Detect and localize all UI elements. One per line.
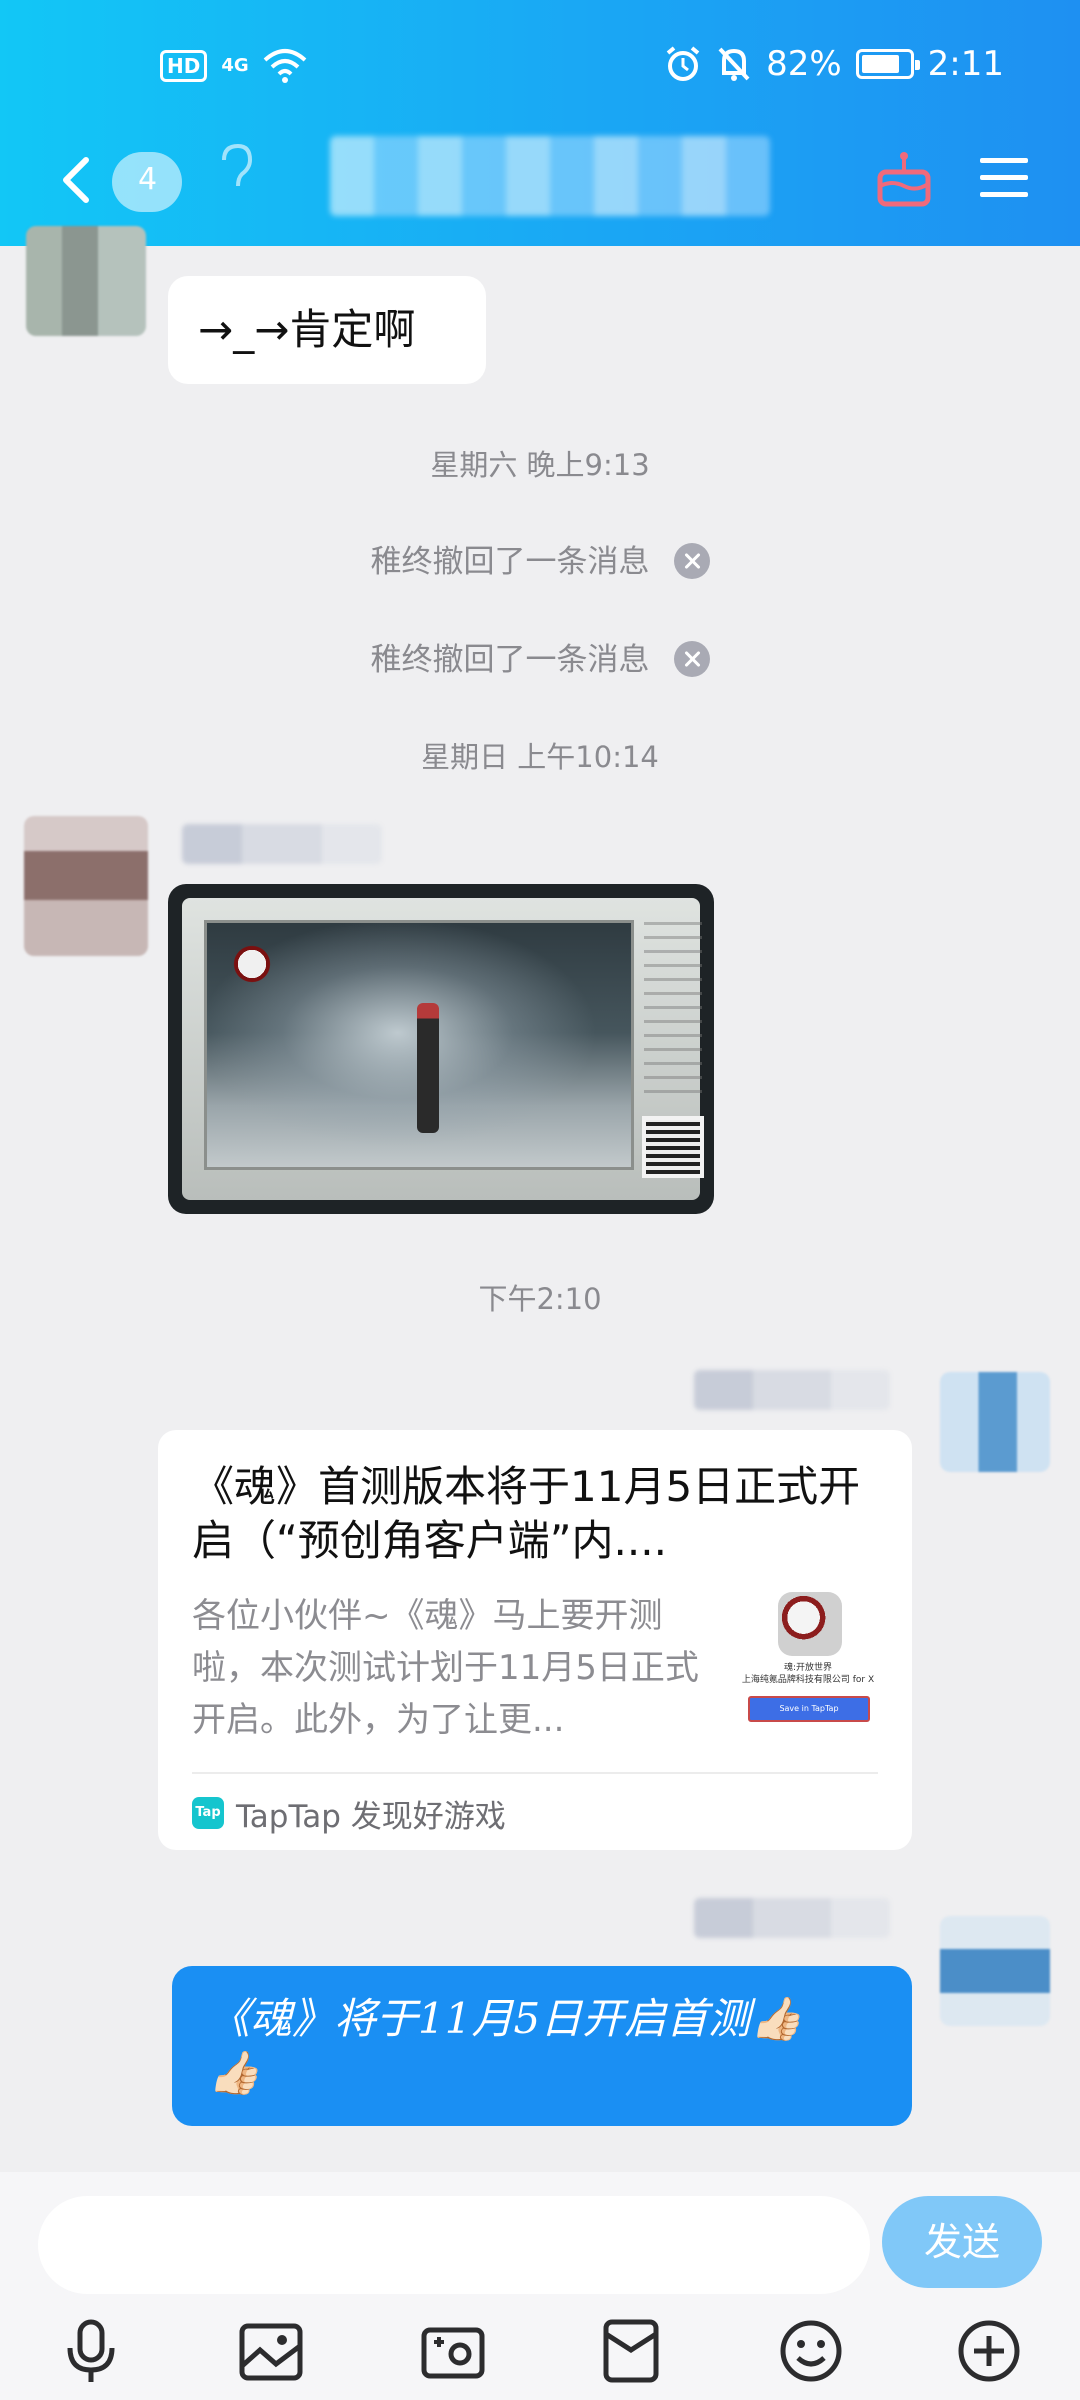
message-input[interactable] — [38, 2196, 870, 2294]
taptap-icon: Tap — [192, 1797, 224, 1829]
image-message[interactable] — [168, 884, 714, 1214]
alarm-icon — [666, 46, 700, 81]
birthday-cake-icon[interactable] — [876, 150, 932, 208]
input-area: 发送 — [0, 2172, 1080, 2400]
timestamp: 下午2:10 — [478, 1282, 602, 1316]
game-poster-image — [182, 898, 704, 1200]
game-scene — [204, 920, 634, 1170]
link-source-text: TapTap 发现好游戏 — [236, 1798, 506, 1835]
avatar[interactable] — [26, 226, 146, 336]
ear-icon[interactable] — [216, 142, 256, 192]
picture-icon[interactable] — [236, 2316, 306, 2386]
thumb-line: 魂:开放世界 — [783, 1663, 833, 1673]
recall-text: 稚终撤回了一条消息 — [370, 642, 650, 678]
thumb-caption: 魂:开放世界 上海纯氪品牌科技有限公司 for X — [738, 1662, 878, 1686]
thumb-button: Save in TapTap — [748, 1696, 870, 1722]
thumb-line: 上海纯氪品牌科技有限公司 for X — [741, 1675, 875, 1685]
avatar[interactable] — [940, 1916, 1050, 2026]
game-logo-seal — [227, 939, 277, 989]
poem-text-column — [644, 922, 702, 1102]
microphone-icon[interactable] — [56, 2316, 126, 2386]
plus-icon[interactable] — [954, 2316, 1024, 2386]
wifi-icon — [263, 49, 306, 83]
shared-link-card[interactable]: 《魂》首测版本将于11月5日正式开启（“预创角客户端”内.... 各位小伙伴~《… — [158, 1430, 912, 1850]
avatar[interactable] — [940, 1372, 1050, 1472]
recall-notice: 稚终撤回了一条消息 — [0, 634, 1080, 680]
qr-code — [642, 1116, 704, 1178]
network-indicator: 4G — [221, 55, 249, 76]
avatar[interactable] — [24, 816, 148, 956]
divider — [192, 1772, 878, 1774]
clock: 2:11 — [927, 44, 1004, 84]
camera-icon[interactable] — [418, 2316, 488, 2386]
outgoing-message[interactable]: 《魂》将于11月5日开启首测👍🏻 👍🏻 — [172, 1966, 912, 2126]
recall-text: 稚终撤回了一条消息 — [370, 544, 650, 580]
incoming-message[interactable]: →_→肯定啊 — [168, 276, 486, 384]
menu-icon[interactable] — [976, 154, 1032, 202]
battery-percent: 82% — [766, 44, 842, 84]
header: HD 4G 82% 2:11 4 — [0, 0, 1080, 246]
sender-name-blurred — [694, 1370, 890, 1410]
sender-name-blurred — [182, 824, 382, 864]
character-figure — [417, 1003, 439, 1133]
timestamp: 星期日 上午10:14 — [421, 740, 659, 774]
battery-icon — [855, 49, 920, 79]
link-source: Tap TapTap 发现好游戏 — [192, 1788, 506, 1838]
mute-bell-icon — [718, 47, 750, 81]
chat-area[interactable]: →_→肯定啊 星期六 晚上9:13 稚终撤回了一条消息 稚终撤回了一条消息 星期… — [0, 226, 1080, 2170]
status-left: HD 4G — [160, 48, 307, 84]
link-thumbnail: 魂:开放世界 上海纯氪品牌科技有限公司 for X Save in TapTap — [738, 1592, 878, 1742]
close-icon[interactable] — [673, 542, 710, 579]
sender-name-blurred — [694, 1898, 890, 1938]
emoji-icon[interactable] — [776, 2316, 846, 2386]
hd-badge: HD — [160, 50, 208, 82]
back-icon[interactable] — [52, 150, 102, 210]
status-right: 82% 2:11 — [664, 44, 1004, 84]
game-app-icon — [778, 1592, 842, 1656]
nav-bar: 4 — [0, 136, 1080, 226]
unread-count: 4 — [138, 162, 158, 197]
red-packet-icon[interactable] — [596, 2316, 666, 2386]
close-icon[interactable] — [673, 640, 710, 677]
contact-name-blurred — [330, 136, 770, 216]
unread-count-badge[interactable]: 4 — [112, 152, 182, 212]
link-title: 《魂》首测版本将于11月5日正式开启（“预创角客户端”内.... — [192, 1462, 861, 1565]
link-description: 各位小伙伴~《魂》马上要开测啦，本次测试计划于11月5日正式开启。此外，为了让更… — [192, 1596, 699, 1740]
send-button[interactable]: 发送 — [882, 2196, 1042, 2288]
outgoing-message-text: 《魂》将于11月5日开启首测👍🏻 👍🏻 — [208, 1994, 803, 2097]
recall-notice: 稚终撤回了一条消息 — [0, 536, 1080, 582]
toolbar — [0, 2316, 1080, 2396]
status-bar: HD 4G 82% 2:11 — [0, 40, 1080, 100]
timestamp: 星期六 晚上9:13 — [430, 448, 650, 482]
